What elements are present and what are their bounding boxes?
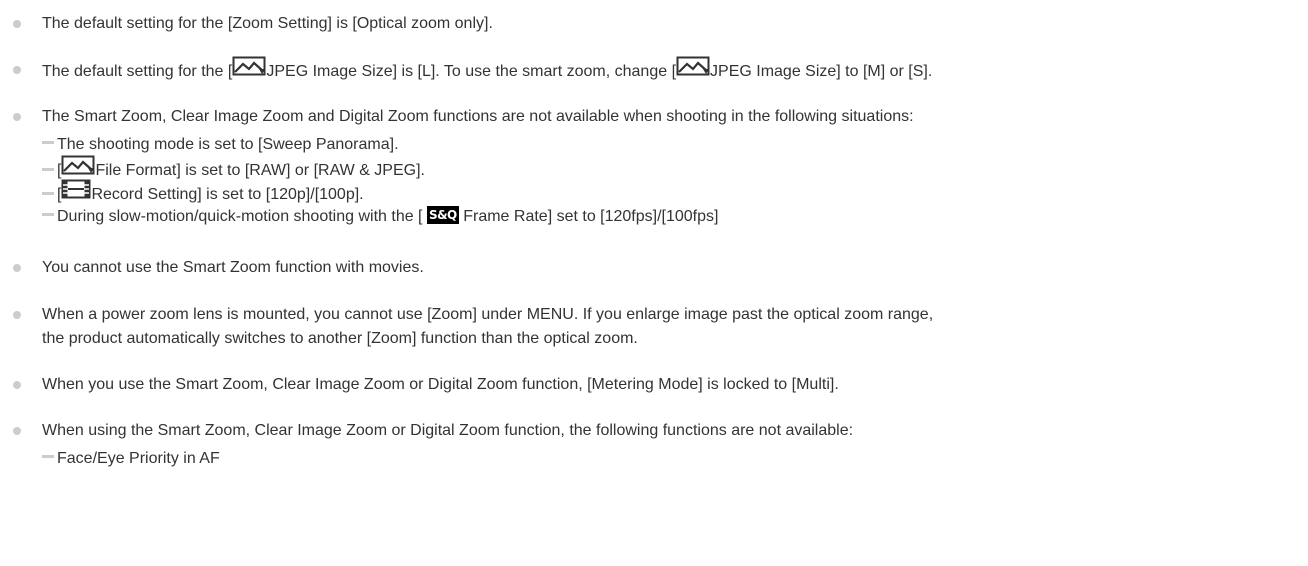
dash-marker (42, 191, 54, 195)
sub-item-text: Face/Eye Priority in AF (57, 450, 220, 467)
bullet-dot (13, 427, 21, 435)
note-power-zoom-lens: When a power zoom lens is mounted, you c… (42, 303, 1308, 351)
dash-marker (42, 141, 54, 145)
note-text-line: When a power zoom lens is mounted, you c… (42, 306, 934, 323)
bullet-dot (13, 264, 21, 272)
note-metering-mode-locked: When you use the Smart Zoom, Clear Image… (42, 373, 1308, 397)
note-text: The Smart Zoom, Clear Image Zoom and Dig… (42, 108, 914, 125)
sub-item-slow-quick-motion: During slow-motion/quick-motion shooting… (42, 205, 718, 229)
note-text-part: JPEG Image Size] is [L]. To use the smar… (266, 63, 677, 81)
note-zoom-unavailable-situations: The Smart Zoom, Clear Image Zoom and Dig… (42, 105, 1308, 129)
still-image-icon (232, 56, 266, 84)
note-zoom-setting-default: The default setting for the [Zoom Settin… (42, 12, 1308, 36)
note-smart-zoom-movies: You cannot use the Smart Zoom function w… (42, 256, 1308, 280)
note-jpeg-image-size: The default setting for the [ JPEG Image … (42, 56, 1308, 86)
notes-list: The default setting for the [Zoom Settin… (0, 0, 1308, 566)
note-functions-not-available: When using the Smart Zoom, Clear Image Z… (42, 419, 1308, 443)
sub-item-text-part: File Format] is set to [RAW] or [RAW & J… (95, 162, 425, 180)
note-text: When you use the Smart Zoom, Clear Image… (42, 376, 839, 393)
note-text: You cannot use the Smart Zoom function w… (42, 259, 424, 276)
sub-item-text-part: During slow-motion/quick-motion shooting… (57, 208, 423, 225)
sub-item-text-part: Frame Rate] set to [120fps]/[100fps] (463, 208, 719, 225)
bullet-dot (13, 113, 21, 121)
still-image-icon (676, 56, 710, 84)
sub-item-text: The shooting mode is set to [Sweep Panor… (57, 136, 399, 153)
sub-item-face-eye-priority: Face/Eye Priority in AF (42, 447, 220, 471)
note-text: The default setting for the [Zoom Settin… (42, 15, 493, 32)
bullet-dot (13, 66, 21, 74)
note-text-line: the product automatically switches to an… (42, 330, 638, 347)
dash-marker (42, 167, 54, 171)
dash-marker (42, 455, 54, 459)
bullet-dot (13, 20, 21, 28)
bullet-dot (13, 381, 21, 389)
bullet-dot (13, 311, 21, 319)
s-and-q-badge-icon: S&Q (426, 205, 459, 224)
note-text: When using the Smart Zoom, Clear Image Z… (42, 422, 854, 439)
dash-marker (42, 213, 54, 217)
note-text-part: JPEG Image Size] to [M] or [S]. (710, 63, 933, 81)
movie-film-icon (61, 179, 91, 207)
note-text-part: The default setting for the [ (42, 63, 233, 81)
sub-item-sweep-panorama: The shooting mode is set to [Sweep Panor… (42, 133, 399, 157)
sub-item-text-part: Record Setting] is set to [120p]/[100p]. (91, 186, 364, 204)
